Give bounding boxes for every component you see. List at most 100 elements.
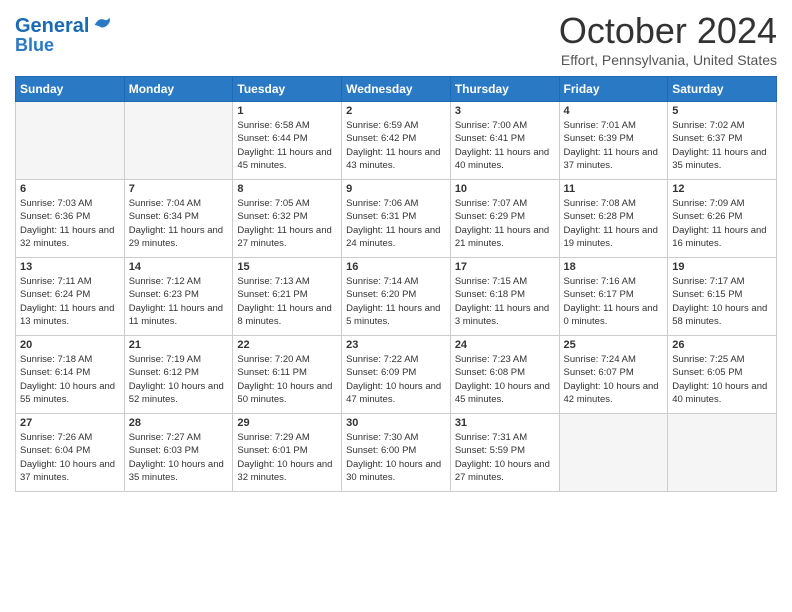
calendar-cell: 15 Sunrise: 7:13 AMSunset: 6:21 PMDayligh…: [233, 258, 342, 336]
day-info: Sunrise: 7:27 AMSunset: 6:03 PMDaylight:…: [129, 431, 229, 484]
calendar-cell: 2Sunrise: 6:59 AMSunset: 6:42 PMDaylight…: [342, 102, 451, 180]
day-info: Sunrise: 7:20 AMSunset: 6:11 PMDaylight:…: [237, 353, 337, 406]
day-number: 20: [20, 339, 120, 351]
day-info: Sunrise: 7:07 AMSunset: 6:29 PMDaylight:…: [455, 197, 555, 250]
day-info: Sunrise: 7:00 AMSunset: 6:41 PMDaylight:…: [455, 119, 555, 172]
header: General Blue October 2024 Effort, Pennsy…: [15, 10, 777, 68]
calendar-cell: 1 Sunrise: 6:58 AMSunset: 6:44 PMDaylight…: [233, 102, 342, 180]
day-info: Sunrise: 7:29 AMSunset: 6:01 PMDaylight:…: [237, 431, 337, 484]
calendar-cell: 25Sunrise: 7:24 AMSunset: 6:07 PMDayligh…: [559, 336, 668, 414]
day-number: 19: [672, 261, 772, 273]
day-number: 5: [672, 105, 772, 117]
day-info: Sunrise: 7:23 AMSunset: 6:08 PMDaylight:…: [455, 353, 555, 406]
calendar-cell: 22 Sunrise: 7:20 AMSunset: 6:11 PMDayligh…: [233, 336, 342, 414]
day-info: Sunrise: 6:59 AMSunset: 6:42 PMDaylight:…: [346, 119, 446, 172]
calendar-cell: 13 Sunrise: 7:11 AMSunset: 6:24 PMDayligh…: [16, 258, 125, 336]
day-number: 6: [20, 183, 120, 195]
calendar-cell: [668, 414, 777, 492]
day-number: 1: [237, 105, 337, 117]
dow-header-wednesday: Wednesday: [342, 77, 451, 102]
calendar-cell: 14 Sunrise: 7:12 AMSunset: 6:23 PMDayligh…: [124, 258, 233, 336]
title-block: October 2024 Effort, Pennsylvania, Unite…: [559, 10, 777, 68]
day-number: 15: [237, 261, 337, 273]
day-info: Sunrise: 7:11 AMSunset: 6:24 PMDaylight:…: [20, 275, 120, 328]
day-info: Sunrise: 7:12 AMSunset: 6:23 PMDaylight:…: [129, 275, 229, 328]
calendar-week-2: 6 Sunrise: 7:03 AMSunset: 6:36 PMDaylight…: [16, 180, 777, 258]
dow-header-tuesday: Tuesday: [233, 77, 342, 102]
calendar-table: SundayMondayTuesdayWednesdayThursdayFrid…: [15, 76, 777, 492]
day-number: 31: [455, 417, 555, 429]
calendar-cell: 31 Sunrise: 7:31 AMSunset: 5:59 PMDayligh…: [450, 414, 559, 492]
calendar-cell: 19 Sunrise: 7:17 AMSunset: 6:15 PMDayligh…: [668, 258, 777, 336]
calendar-cell: 29 Sunrise: 7:29 AMSunset: 6:01 PMDayligh…: [233, 414, 342, 492]
calendar-cell: [124, 102, 233, 180]
calendar-cell: [16, 102, 125, 180]
calendar-cell: 12 Sunrise: 7:09 AMSunset: 6:26 PMDayligh…: [668, 180, 777, 258]
day-info: Sunrise: 7:31 AMSunset: 5:59 PMDaylight:…: [455, 431, 555, 484]
day-number: 30: [346, 417, 446, 429]
day-info: Sunrise: 7:25 AMSunset: 6:05 PMDaylight:…: [672, 353, 772, 406]
page: General Blue October 2024 Effort, Pennsy…: [0, 0, 792, 612]
day-info: Sunrise: 7:22 AMSunset: 6:09 PMDaylight:…: [346, 353, 446, 406]
calendar-cell: 20 Sunrise: 7:18 AMSunset: 6:14 PMDayligh…: [16, 336, 125, 414]
day-info: Sunrise: 7:15 AMSunset: 6:18 PMDaylight:…: [455, 275, 555, 328]
day-number: 7: [129, 183, 229, 195]
day-info: Sunrise: 7:01 AMSunset: 6:39 PMDaylight:…: [564, 119, 664, 172]
day-info: Sunrise: 7:17 AMSunset: 6:15 PMDaylight:…: [672, 275, 772, 328]
calendar-cell: [559, 414, 668, 492]
day-number: 22: [237, 339, 337, 351]
day-number: 10: [455, 183, 555, 195]
day-info: Sunrise: 7:04 AMSunset: 6:34 PMDaylight:…: [129, 197, 229, 250]
calendar-cell: 5 Sunrise: 7:02 AMSunset: 6:37 PMDaylight…: [668, 102, 777, 180]
dow-header-sunday: Sunday: [16, 77, 125, 102]
dow-header-thursday: Thursday: [450, 77, 559, 102]
day-number: 17: [455, 261, 555, 273]
day-number: 4: [564, 105, 664, 117]
day-number: 23: [346, 339, 446, 351]
calendar-cell: 27Sunrise: 7:26 AMSunset: 6:04 PMDayligh…: [16, 414, 125, 492]
day-info: Sunrise: 7:05 AMSunset: 6:32 PMDaylight:…: [237, 197, 337, 250]
day-info: Sunrise: 7:03 AMSunset: 6:36 PMDaylight:…: [20, 197, 120, 250]
day-number: 24: [455, 339, 555, 351]
calendar-cell: 30 Sunrise: 7:30 AMSunset: 6:00 PMDayligh…: [342, 414, 451, 492]
day-number: 14: [129, 261, 229, 273]
logo-general: General: [15, 15, 89, 37]
day-info: Sunrise: 7:09 AMSunset: 6:26 PMDaylight:…: [672, 197, 772, 250]
day-info: Sunrise: 7:16 AMSunset: 6:17 PMDaylight:…: [564, 275, 664, 328]
calendar-cell: 8Sunrise: 7:05 AMSunset: 6:32 PMDaylight…: [233, 180, 342, 258]
month-title: October 2024: [559, 10, 777, 52]
calendar-week-5: 27Sunrise: 7:26 AMSunset: 6:04 PMDayligh…: [16, 414, 777, 492]
dow-header-saturday: Saturday: [668, 77, 777, 102]
calendar-cell: 18 Sunrise: 7:16 AMSunset: 6:17 PMDayligh…: [559, 258, 668, 336]
day-info: Sunrise: 7:02 AMSunset: 6:37 PMDaylight:…: [672, 119, 772, 172]
day-info: Sunrise: 6:58 AMSunset: 6:44 PMDaylight:…: [237, 119, 337, 172]
day-info: Sunrise: 7:13 AMSunset: 6:21 PMDaylight:…: [237, 275, 337, 328]
calendar-cell: 16 Sunrise: 7:14 AMSunset: 6:20 PMDayligh…: [342, 258, 451, 336]
calendar-week-3: 13 Sunrise: 7:11 AMSunset: 6:24 PMDayligh…: [16, 258, 777, 336]
location: Effort, Pennsylvania, United States: [559, 52, 777, 68]
day-number: 16: [346, 261, 446, 273]
day-number: 11: [564, 183, 664, 195]
day-info: Sunrise: 7:30 AMSunset: 6:00 PMDaylight:…: [346, 431, 446, 484]
day-info: Sunrise: 7:14 AMSunset: 6:20 PMDaylight:…: [346, 275, 446, 328]
dow-header-monday: Monday: [124, 77, 233, 102]
day-number: 29: [237, 417, 337, 429]
day-info: Sunrise: 7:24 AMSunset: 6:07 PMDaylight:…: [564, 353, 664, 406]
calendar-cell: 28Sunrise: 7:27 AMSunset: 6:03 PMDayligh…: [124, 414, 233, 492]
day-info: Sunrise: 7:26 AMSunset: 6:04 PMDaylight:…: [20, 431, 120, 484]
calendar-cell: 23 Sunrise: 7:22 AMSunset: 6:09 PMDayligh…: [342, 336, 451, 414]
day-number: 13: [20, 261, 120, 273]
day-number: 18: [564, 261, 664, 273]
logo-icon: [91, 14, 113, 36]
logo: General Blue: [15, 14, 113, 56]
dow-header-friday: Friday: [559, 77, 668, 102]
calendar-cell: 7 Sunrise: 7:04 AMSunset: 6:34 PMDaylight…: [124, 180, 233, 258]
calendar-body: 1 Sunrise: 6:58 AMSunset: 6:44 PMDaylight…: [16, 102, 777, 492]
day-number: 12: [672, 183, 772, 195]
day-number: 3: [455, 105, 555, 117]
day-number: 21: [129, 339, 229, 351]
day-info: Sunrise: 7:18 AMSunset: 6:14 PMDaylight:…: [20, 353, 120, 406]
calendar-cell: 4 Sunrise: 7:01 AMSunset: 6:39 PMDaylight…: [559, 102, 668, 180]
logo-blue: Blue: [15, 36, 113, 56]
calendar-cell: 21Sunrise: 7:19 AMSunset: 6:12 PMDayligh…: [124, 336, 233, 414]
